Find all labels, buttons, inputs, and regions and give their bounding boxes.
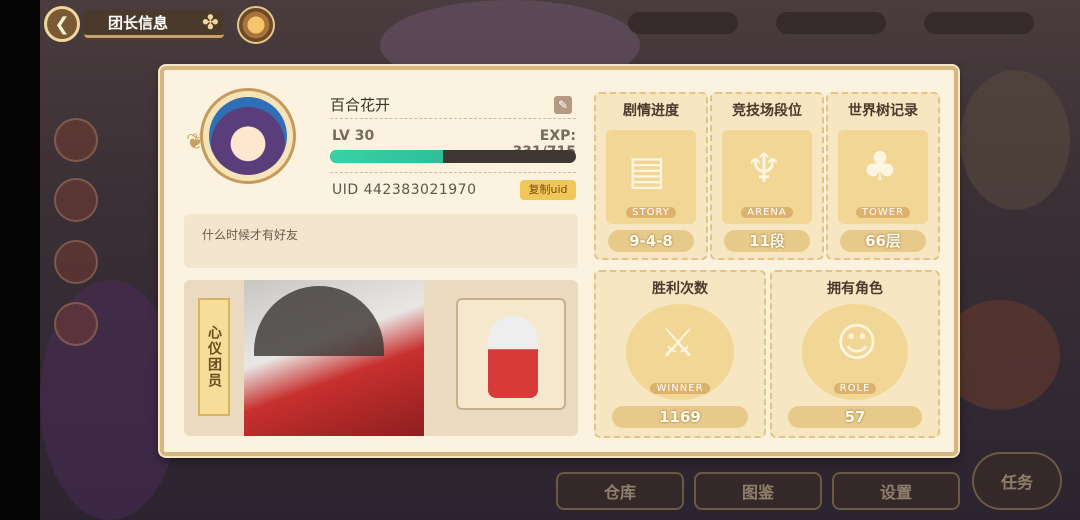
bunny-face-icon: ☺ ROLE bbox=[802, 304, 908, 400]
crossed-swords-icon: ⚔ WINNER bbox=[626, 304, 734, 400]
story-book-icon: ▤ STORY bbox=[606, 130, 696, 224]
stat-title: 竞技场段位 bbox=[732, 103, 802, 119]
signature-box[interactable]: 什么时候才有好友 bbox=[184, 214, 578, 268]
signature-text: 什么时候才有好友 bbox=[202, 228, 299, 242]
divider bbox=[330, 172, 576, 173]
edit-name-icon[interactable]: ✎ bbox=[554, 96, 572, 114]
stat-title: 世界树记录 bbox=[848, 103, 918, 119]
stat-tag: TOWER bbox=[855, 207, 911, 218]
back-arrow-icon: ❮ bbox=[54, 13, 70, 35]
wins-count-card[interactable]: 胜利次数 ⚔ WINNER 1169 bbox=[594, 270, 766, 438]
settings-button: 设置 bbox=[832, 472, 960, 510]
player-level: LV 30 bbox=[332, 128, 375, 144]
arena-phoenix-icon: ♆ ARENA bbox=[722, 130, 812, 224]
story-progress-card[interactable]: 剧情进度 ▤ STORY 9-4-8 bbox=[594, 92, 708, 260]
stat-value: 57 bbox=[788, 406, 922, 428]
stat-tag: ROLE bbox=[833, 383, 877, 394]
owned-roles-card[interactable]: 拥有角色 ☺ ROLE 57 bbox=[770, 270, 940, 438]
laurel-icon: ❦ bbox=[186, 130, 205, 155]
player-uid: UID 442383021970 bbox=[332, 182, 477, 198]
clover-icon: ✤ bbox=[202, 10, 219, 34]
stat-tag: STORY bbox=[626, 207, 676, 218]
stat-value: 1169 bbox=[612, 406, 748, 428]
stat-tag: WINNER bbox=[650, 383, 710, 394]
gallery-button: 图鉴 bbox=[694, 472, 822, 510]
tower-record-card[interactable]: 世界树记录 ♣ TOWER 66层 bbox=[826, 92, 940, 260]
resource-counter bbox=[776, 12, 886, 34]
resource-counter bbox=[628, 12, 738, 34]
side-menu-button bbox=[54, 118, 98, 162]
quest-button: 任务 bbox=[972, 452, 1062, 510]
player-name: 百合花开 bbox=[330, 96, 391, 114]
bg-decoration bbox=[960, 70, 1070, 210]
stat-value: 66层 bbox=[840, 230, 926, 252]
stat-title: 剧情进度 bbox=[623, 103, 679, 119]
resource-counter bbox=[924, 12, 1034, 34]
avatar[interactable] bbox=[200, 88, 296, 184]
stat-value: 11段 bbox=[724, 230, 810, 252]
captain-info-panel: ❦ 百合花开 ✎ LV 30 EXP: 331/715 UID 44238302… bbox=[160, 66, 958, 456]
favorite-member-box: 心仪团员 bbox=[184, 280, 578, 436]
chibi-portrait bbox=[488, 316, 538, 398]
exp-progress-fill bbox=[330, 150, 444, 163]
world-tree-icon: ♣ TOWER bbox=[838, 130, 928, 224]
stat-title: 胜利次数 bbox=[652, 281, 708, 297]
side-menu-button bbox=[54, 178, 98, 222]
exp-progress-bar bbox=[330, 150, 576, 163]
favorite-member-select[interactable] bbox=[456, 298, 566, 410]
side-menu-button bbox=[54, 240, 98, 284]
divider bbox=[330, 118, 576, 119]
letterbox-left bbox=[0, 0, 40, 520]
arena-rank-card[interactable]: 竞技场段位 ♆ ARENA 11段 bbox=[710, 92, 824, 260]
stat-value: 9-4-8 bbox=[608, 230, 694, 252]
copy-uid-button[interactable]: 复制uid bbox=[520, 180, 576, 200]
back-button[interactable]: ❮ bbox=[44, 6, 80, 42]
stat-title: 拥有角色 bbox=[827, 281, 883, 297]
avatar-portrait bbox=[209, 97, 287, 175]
emblem-icon bbox=[237, 6, 275, 44]
bg-decoration bbox=[940, 300, 1060, 410]
favorite-member-label: 心仪团员 bbox=[198, 298, 230, 416]
side-menu-button bbox=[54, 302, 98, 346]
stat-tag: ARENA bbox=[741, 207, 793, 218]
warehouse-button: 仓库 bbox=[556, 472, 684, 510]
